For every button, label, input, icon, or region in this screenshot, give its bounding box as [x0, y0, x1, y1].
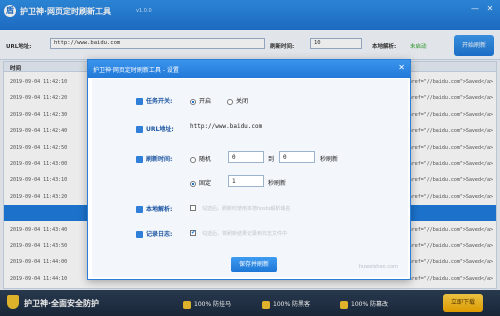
- log-icon: [136, 231, 143, 238]
- seconds-text-2: 秒刷新: [268, 180, 287, 187]
- dialog-title-bar: 护卫神·网页定时刷新工具 - 设置 ✕: [88, 60, 410, 78]
- refresh-time-label: 刷新时间:: [136, 154, 172, 163]
- log-hint: 勾选后，将刷新结果记录到日志文件中: [202, 231, 288, 237]
- url-field-label: URL地址:: [136, 124, 174, 133]
- settings-dialog: 护卫神·网页定时刷新工具 - 设置 ✕ 任务开关: 开启 关闭 URL地址: h…: [87, 59, 411, 280]
- random-radio[interactable]: 随机: [190, 154, 211, 163]
- dialog-close-icon[interactable]: ✕: [398, 63, 405, 72]
- task-off-radio[interactable]: 关闭: [227, 96, 248, 105]
- local-resolve-hint: 勾选后，刷新时使用本地hosts解析域名: [202, 206, 291, 212]
- log-checkbox[interactable]: [190, 229, 199, 236]
- dialog-body: 任务开关: 开启 关闭 URL地址: http://www.baidu.com …: [92, 79, 408, 277]
- task-icon: [136, 98, 143, 105]
- dialog-footer: huweishen.com: [358, 264, 398, 270]
- dialog-url-input[interactable]: http://www.baidu.com: [187, 121, 377, 133]
- task-switch-label: 任务开关:: [136, 96, 172, 105]
- dialog-title: 护卫神·网页定时刷新工具 - 设置: [93, 67, 179, 74]
- fixed-radio[interactable]: 固定: [190, 178, 211, 187]
- to-text: 到: [268, 156, 275, 163]
- fixed-interval-input[interactable]: 1: [228, 175, 264, 187]
- log-label: 记录日志:: [136, 229, 172, 238]
- link-icon: [136, 126, 143, 133]
- local-resolve-label: 本地解析:: [136, 204, 172, 213]
- local-resolve-checkbox[interactable]: [190, 204, 199, 211]
- random-min-input[interactable]: 0: [228, 151, 264, 163]
- seconds-text-1: 秒刷新: [320, 156, 339, 163]
- save-refresh-button[interactable]: 保存并刷新: [231, 257, 277, 272]
- clock-icon: [136, 156, 143, 163]
- random-max-input[interactable]: 0: [279, 151, 315, 163]
- local-icon: [136, 206, 143, 213]
- task-on-radio[interactable]: 开启: [190, 96, 211, 105]
